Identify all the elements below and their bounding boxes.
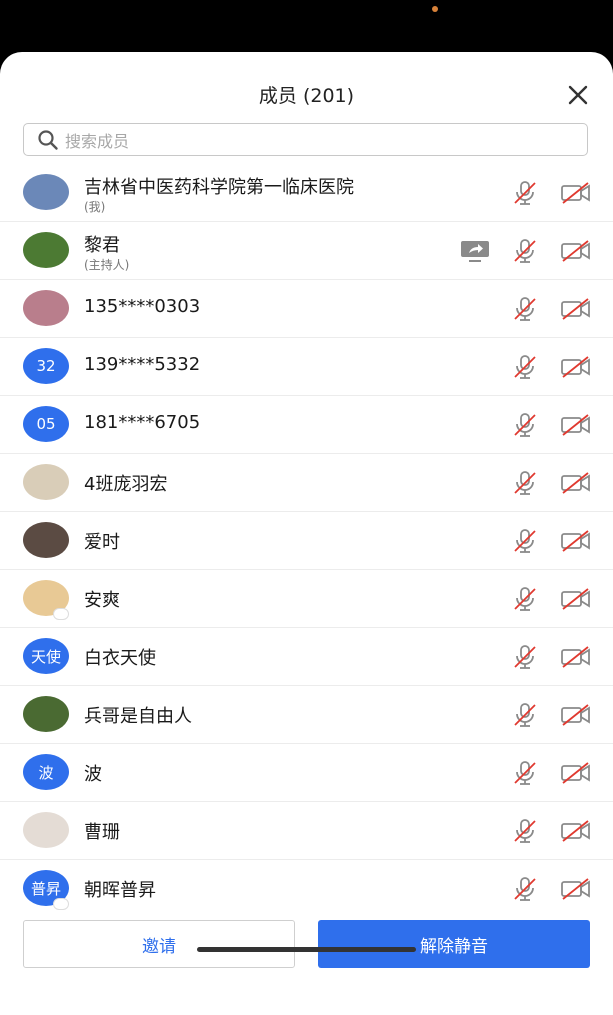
members-panel: 成员 (201) 搜索成员 吉林省中医药科学院第一临床医院 (我) 黎君 (主持人) 1… — [0, 52, 613, 1015]
camera-off-icon[interactable] — [560, 586, 592, 612]
avatar — [23, 522, 69, 558]
mic-muted-icon[interactable] — [512, 238, 538, 264]
camera-off-icon[interactable] — [560, 818, 592, 844]
camera-off-icon[interactable] — [560, 412, 592, 438]
member-row[interactable]: 波波 — [0, 744, 613, 802]
camera-off-icon[interactable] — [560, 760, 592, 786]
mic-muted-icon[interactable] — [512, 354, 538, 380]
member-name: 曹珊 — [84, 822, 120, 843]
camera-off-icon[interactable] — [560, 876, 592, 902]
screen-share-icon[interactable] — [459, 238, 491, 264]
member-name: 181****6705 — [84, 412, 201, 433]
member-row[interactable]: 安爽 — [0, 570, 613, 628]
member-row[interactable]: 32 139****5332 — [0, 338, 613, 396]
member-row[interactable]: 兵哥是自由人 — [0, 686, 613, 744]
close-button[interactable] — [565, 82, 591, 108]
avatar — [23, 696, 69, 732]
member-name: 爱时 — [84, 532, 120, 553]
mic-muted-icon[interactable] — [512, 702, 538, 728]
member-row[interactable]: 135****0303 — [0, 280, 613, 338]
speaker-badge-icon — [53, 898, 69, 910]
mic-muted-icon[interactable] — [512, 760, 538, 786]
avatar: 05 — [23, 406, 69, 442]
mic-muted-icon[interactable] — [512, 180, 538, 206]
member-row[interactable]: 爱时 — [0, 512, 613, 570]
member-row[interactable]: 4班庞羽宏 — [0, 454, 613, 512]
mic-muted-icon[interactable] — [512, 818, 538, 844]
member-role: (我) — [84, 200, 106, 214]
close-icon — [568, 85, 588, 105]
avatar: 天使 — [23, 638, 69, 674]
camera-off-icon[interactable] — [560, 644, 592, 670]
unmute-button[interactable]: 解除静音 — [318, 920, 590, 968]
member-role: (主持人) — [84, 258, 130, 272]
avatar: 波 — [23, 754, 69, 790]
camera-off-icon[interactable] — [560, 528, 592, 554]
home-indicator[interactable] — [197, 947, 416, 952]
avatar: 32 — [23, 348, 69, 384]
member-name: 吉林省中医药科学院第一临床医院 — [84, 177, 354, 198]
mic-muted-icon[interactable] — [512, 644, 538, 670]
member-name: 4班庞羽宏 — [84, 474, 168, 495]
mic-muted-icon[interactable] — [512, 876, 538, 902]
avatar — [23, 290, 69, 326]
member-name: 135****0303 — [84, 296, 201, 317]
member-row[interactable]: 05 181****6705 — [0, 396, 613, 454]
member-row[interactable]: 黎君 (主持人) — [0, 222, 613, 280]
member-row[interactable]: 天使 白衣天使 — [0, 628, 613, 686]
camera-off-icon[interactable] — [560, 238, 592, 264]
status-indicator-dot — [432, 6, 438, 12]
camera-off-icon[interactable] — [560, 702, 592, 728]
search-field[interactable]: 搜索成员 — [23, 123, 588, 156]
avatar — [23, 174, 69, 210]
member-name: 139****5332 — [84, 354, 201, 375]
camera-off-icon[interactable] — [560, 180, 592, 206]
member-row[interactable]: 普昇 朝晖普昇 — [0, 860, 613, 917]
camera-off-icon[interactable] — [560, 470, 592, 496]
member-row[interactable]: 曹珊 — [0, 802, 613, 860]
invite-button[interactable]: 邀请 — [23, 920, 295, 968]
member-name: 安爽 — [84, 590, 120, 611]
mic-muted-icon[interactable] — [512, 528, 538, 554]
mic-muted-icon[interactable] — [512, 296, 538, 322]
avatar — [23, 232, 69, 268]
member-row[interactable]: 吉林省中医药科学院第一临床医院 (我) — [0, 164, 613, 222]
member-list: 吉林省中医药科学院第一临床医院 (我) 黎君 (主持人) 135****0303 32 13… — [0, 164, 613, 917]
mic-muted-icon[interactable] — [512, 470, 538, 496]
search-icon — [38, 129, 58, 150]
search-placeholder: 搜索成员 — [65, 131, 130, 151]
mic-muted-icon[interactable] — [512, 412, 538, 438]
member-name: 朝晖普昇 — [84, 880, 156, 901]
member-name: 白衣天使 — [84, 648, 156, 669]
member-name: 兵哥是自由人 — [84, 706, 192, 727]
member-name: 波 — [84, 764, 102, 785]
panel-title: 成员 (201) — [258, 85, 355, 107]
mic-muted-icon[interactable] — [512, 586, 538, 612]
avatar — [23, 464, 69, 500]
camera-off-icon[interactable] — [560, 354, 592, 380]
camera-off-icon[interactable] — [560, 296, 592, 322]
speaker-badge-icon — [53, 608, 69, 620]
avatar — [23, 812, 69, 848]
member-name: 黎君 — [84, 235, 120, 256]
